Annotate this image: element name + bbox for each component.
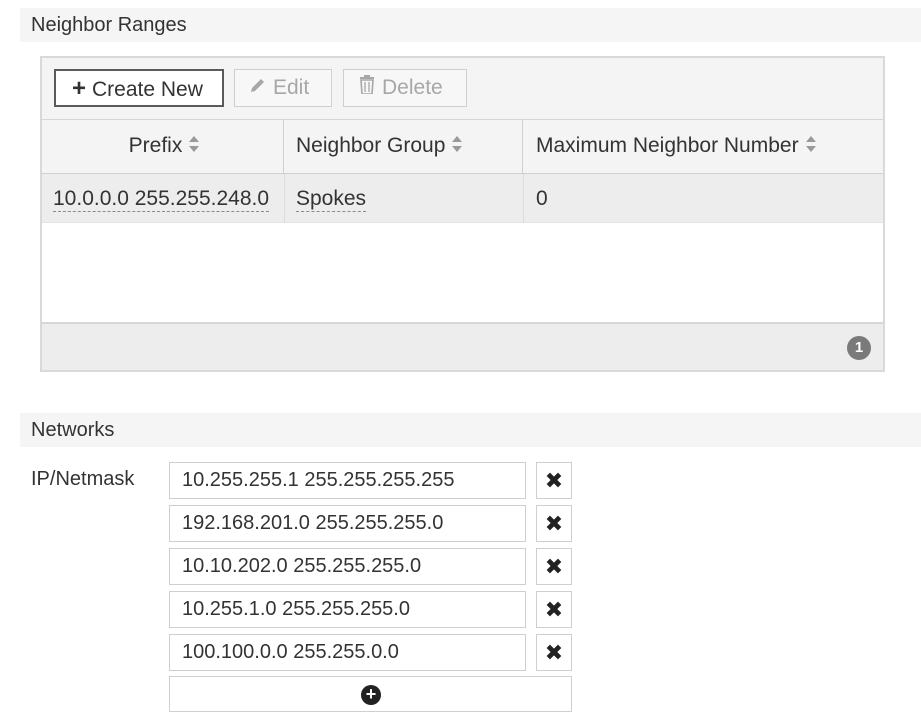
column-header-maximum-neighbor-number[interactable]: Maximum Neighbor Number xyxy=(523,120,883,174)
column-label: Prefix xyxy=(128,134,183,157)
delete-button[interactable]: Delete xyxy=(343,69,467,107)
plus-icon: + xyxy=(71,75,86,102)
close-icon: ✖ xyxy=(544,468,564,493)
ip-netmask-label: IP/Netmask xyxy=(31,468,135,490)
table-header: Prefix Neighbor Group Maximum Neighbor N… xyxy=(42,120,883,174)
edit-label: Edit xyxy=(273,76,310,99)
maximum-neighbor-value: 0 xyxy=(536,187,548,210)
close-icon: ✖ xyxy=(544,597,564,622)
cell-neighbor-group[interactable]: Spokes xyxy=(296,174,367,223)
add-entry-button[interactable]: + xyxy=(169,676,572,712)
table-row[interactable]: 10.0.0.0 255.255.248.0 Spokes 0 xyxy=(42,174,883,223)
cell-prefix[interactable]: 10.0.0.0 255.255.248.0 xyxy=(53,174,283,223)
ip-netmask-input[interactable]: 100.100.0.0 255.255.0.0 xyxy=(169,634,526,671)
close-icon: ✖ xyxy=(544,554,564,579)
ip-netmask-input[interactable]: 10.255.255.1 255.255.255.255 xyxy=(169,462,526,499)
column-label: Maximum Neighbor Number xyxy=(536,134,799,157)
sort-icon[interactable] xyxy=(188,134,200,154)
add-circle-icon: + xyxy=(361,685,381,705)
remove-button[interactable]: ✖ xyxy=(536,634,572,671)
prefix-value: 10.0.0.0 255.255.248.0 xyxy=(53,187,270,212)
neighbor-group-value: Spokes xyxy=(296,187,367,212)
create-new-button[interactable]: + Create New xyxy=(54,69,224,107)
remove-button[interactable]: ✖ xyxy=(536,548,572,585)
ip-netmask-input[interactable]: 10.10.202.0 255.255.255.0 xyxy=(169,548,526,585)
column-header-prefix[interactable]: Prefix xyxy=(42,120,284,174)
neighbor-ranges-table: + Create New Edit Delete Prefix Neighbor … xyxy=(40,56,885,372)
sort-icon[interactable] xyxy=(805,134,817,154)
ip-netmask-input[interactable]: 192.168.201.0 255.255.255.0 xyxy=(169,505,526,542)
networks-heading: Networks xyxy=(20,413,921,447)
column-divider xyxy=(284,174,285,223)
create-new-label: Create New xyxy=(92,78,203,101)
neighbor-ranges-heading: Neighbor Ranges xyxy=(20,8,921,42)
column-label: Neighbor Group xyxy=(296,134,446,157)
ip-netmask-input[interactable]: 10.255.1.0 255.255.255.0 xyxy=(169,591,526,628)
column-header-neighbor-group[interactable]: Neighbor Group xyxy=(284,120,523,174)
remove-button[interactable]: ✖ xyxy=(536,591,572,628)
remove-button[interactable]: ✖ xyxy=(536,505,572,542)
column-divider xyxy=(523,174,524,223)
cell-maximum-neighbor-number: 0 xyxy=(536,174,548,223)
remove-button[interactable]: ✖ xyxy=(536,462,572,499)
close-icon: ✖ xyxy=(544,511,564,536)
close-icon: ✖ xyxy=(544,640,564,665)
table-toolbar: + Create New Edit Delete xyxy=(42,58,883,120)
delete-label: Delete xyxy=(382,76,443,99)
table-empty-area xyxy=(42,223,883,323)
table-footer: 1 xyxy=(42,322,883,370)
trash-icon xyxy=(356,70,378,106)
edit-button[interactable]: Edit xyxy=(234,69,332,107)
pencil-icon xyxy=(247,70,269,106)
page-count-badge: 1 xyxy=(847,336,871,360)
sort-icon[interactable] xyxy=(451,134,463,154)
